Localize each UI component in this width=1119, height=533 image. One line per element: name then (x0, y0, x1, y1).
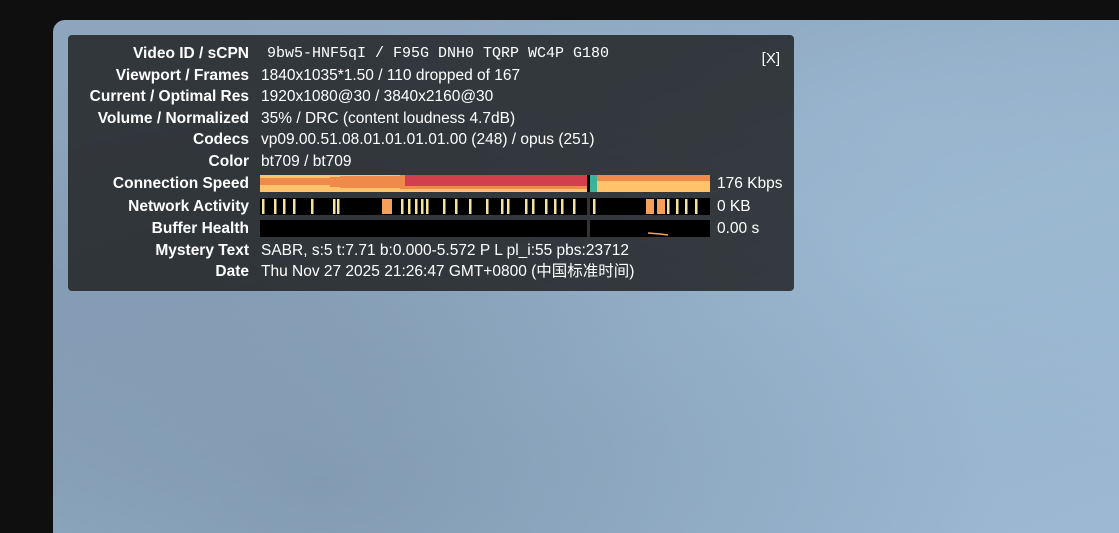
stat-label: Volume / Normalized (97, 110, 249, 127)
activity-background (260, 198, 710, 215)
activity-bar (283, 199, 286, 214)
activity-bar (685, 199, 688, 214)
stat-row-network-activity: Network Activity 0 KB (68, 196, 794, 217)
speed-gap (587, 175, 590, 192)
stats-for-nerds-panel: [X] Video ID / sCPN 9bw5-HNF5qI / F95G D… (68, 35, 794, 291)
speed-area (590, 175, 597, 192)
activity-bar (469, 199, 472, 214)
activity-bar (545, 199, 548, 214)
activity-bar (311, 199, 314, 214)
activity-bar (408, 199, 411, 214)
speed-area (340, 176, 400, 188)
stat-label: Current / Optimal Res (89, 88, 249, 105)
activity-bar (415, 199, 418, 214)
stat-label: Date (215, 263, 249, 280)
activity-bar (532, 199, 535, 214)
stat-label: Mystery Text (155, 242, 249, 259)
connection-speed-graph (260, 175, 710, 192)
activity-bar (554, 199, 557, 214)
speed-area (405, 175, 587, 186)
activity-gap (587, 198, 590, 215)
stat-label: Codecs (193, 131, 249, 148)
activity-bar (455, 199, 458, 214)
stat-row-connection-speed: Connection Speed 176 Kbps (68, 173, 794, 194)
stat-label: Video ID / sCPN (133, 45, 249, 62)
stat-row-buffer-health: Buffer Health 0.00 s (68, 218, 794, 239)
activity-bar (657, 199, 665, 214)
activity-bar (443, 199, 446, 214)
stat-value: Thu Nov 27 2025 21:26:47 GMT+0800 (中国标准时… (261, 263, 635, 280)
stat-label: Network Activity (128, 198, 249, 215)
activity-bar (486, 199, 489, 214)
activity-bar (676, 199, 679, 214)
activity-bar (274, 199, 277, 214)
speed-area (597, 175, 710, 181)
activity-bar (573, 199, 576, 214)
buffer-background (260, 220, 710, 237)
stat-label: Color (208, 153, 249, 170)
activity-bar (262, 199, 265, 214)
activity-bar (667, 199, 670, 214)
speed-area (260, 178, 330, 185)
activity-bar (421, 199, 424, 214)
stat-value: 0.00 s (717, 220, 760, 237)
stat-value: 1920x1080@30 / 3840x2160@30 (261, 88, 494, 105)
stat-value: 35% / DRC (content loudness 4.7dB) (261, 110, 516, 127)
stat-value: 9bw5-HNF5qI / F95G DNH0 TQRP WC4P G180 (267, 45, 610, 62)
activity-bar (501, 199, 504, 214)
stat-value: 0 KB (717, 198, 751, 215)
activity-bar (426, 199, 429, 214)
buffer-gap (587, 220, 590, 237)
activity-bar (593, 199, 596, 214)
stat-value: vp09.00.51.08.01.01.01.01.00 (248) / opu… (261, 131, 595, 148)
stat-value: bt709 / bt709 (261, 153, 352, 170)
activity-bar (695, 199, 698, 214)
activity-bar (525, 199, 528, 214)
activity-bar (293, 199, 296, 214)
activity-bar (646, 199, 654, 214)
stat-label: Viewport / Frames (115, 67, 249, 84)
activity-bar (333, 199, 336, 214)
activity-bar (401, 199, 404, 214)
network-activity-graph (260, 198, 710, 215)
activity-bar (507, 199, 510, 214)
close-button[interactable]: [X] (762, 50, 780, 67)
stat-value: 1840x1035*1.50 / 110 dropped of 167 (261, 67, 521, 84)
stat-value: SABR, s:5 t:7.71 b:0.000-5.572 P L pl_i:… (261, 242, 629, 259)
activity-bar (561, 199, 564, 214)
stat-value: 176 Kbps (717, 175, 783, 192)
stat-label: Buffer Health (151, 220, 249, 237)
stat-label: Connection Speed (112, 175, 249, 192)
buffer-health-graph (260, 220, 710, 237)
activity-bar (382, 199, 392, 214)
activity-bar (337, 199, 340, 214)
